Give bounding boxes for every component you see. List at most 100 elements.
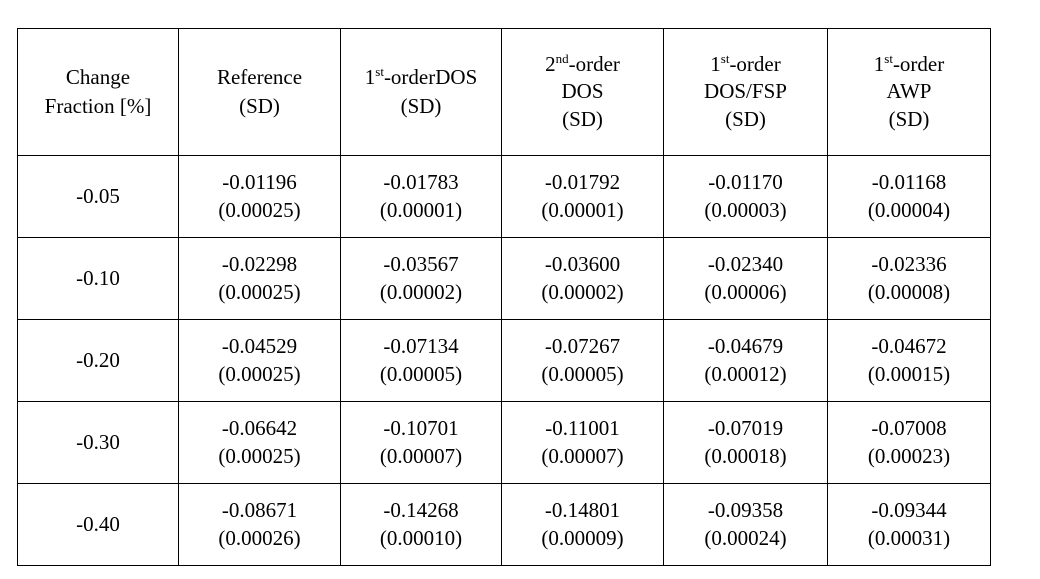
order-rest: -order: [729, 51, 781, 76]
column-header-first-order-dos-fsp: 1st-order DOS/FSP (SD): [663, 28, 828, 156]
cell-sd: (0.00002): [379, 279, 463, 304]
cell-value: -0.01170: [708, 170, 783, 195]
cell-value: -0.07134: [383, 334, 459, 359]
cell-value: -0.04529: [221, 334, 298, 359]
cell-sd: (0.00012): [704, 361, 787, 386]
order-number: 1: [710, 51, 721, 76]
header-line-1: 2nd-order: [502, 51, 663, 78]
table-header: Change Fraction [%] Reference (SD) 1st-o…: [17, 28, 991, 156]
cell-sd: (0.00023): [867, 443, 951, 468]
order-number: 1: [873, 51, 885, 76]
cell-first-order-awp: -0.01168 (0.00004): [827, 155, 991, 238]
cell-sd: (0.00007): [541, 443, 624, 468]
cell-first-order-dos-fsp: -0.04679 (0.00012): [663, 319, 828, 402]
cell-second-order-dos: -0.07267 (0.00005): [501, 319, 664, 402]
header-line-2: (SD): [239, 94, 280, 118]
cell-sd: (0.00024): [704, 525, 787, 550]
row-label: -0.40: [17, 483, 179, 566]
cell-first-order-awp: -0.02336 (0.00008): [827, 237, 991, 320]
order-suffix: st: [375, 63, 384, 79]
cell-second-order-dos: -0.11001 (0.00007): [501, 401, 664, 484]
cell-value: -0.14801: [544, 498, 621, 523]
order-number: 1: [364, 64, 376, 89]
cell-sd: (0.00002): [541, 279, 624, 304]
cell-sd: (0.00009): [541, 525, 624, 550]
results-table: Change Fraction [%] Reference (SD) 1st-o…: [17, 28, 991, 566]
cell-first-order-dos: -0.03567 (0.00002): [340, 237, 502, 320]
cell-value: -0.04679: [707, 334, 784, 359]
cell-first-order-dos-fsp: -0.02340 (0.00006): [663, 237, 828, 320]
header-line-2: (SD): [400, 94, 442, 118]
cell-first-order-dos-fsp: -0.07019 (0.00018): [663, 401, 828, 484]
cell-value: -0.07267: [544, 334, 621, 359]
cell-first-order-awp: -0.04672 (0.00015): [827, 319, 991, 402]
header-line-1: 1st-order: [828, 51, 990, 78]
header-line-3: (SD): [725, 106, 766, 131]
cell-value: -0.03600: [544, 252, 621, 277]
header-line-1: Reference: [216, 64, 303, 89]
cell-value: -0.10701: [383, 416, 459, 441]
cell-value: -0.01792: [544, 170, 621, 195]
cell-reference: -0.02298 (0.00025): [178, 237, 341, 320]
cell-value: -0.08671: [221, 498, 298, 523]
cell-value: -0.06642: [221, 416, 298, 441]
cell-sd: (0.00001): [541, 197, 624, 222]
cell-value: -0.09344: [871, 498, 947, 523]
table-body: -0.05 -0.01196 (0.00025) -0.01783 (0.000…: [17, 155, 991, 566]
page-root: Change Fraction [%] Reference (SD) 1st-o…: [0, 0, 1040, 579]
cell-sd: (0.00010): [379, 525, 463, 550]
cell-sd: (0.00031): [867, 525, 951, 550]
column-header-reference: Reference (SD): [178, 28, 341, 156]
column-header-first-order-dos: 1st-orderDOS (SD): [340, 28, 502, 156]
header-line-3: (SD): [562, 106, 603, 131]
header-line-1: Change: [65, 64, 131, 89]
cell-value: -0.01196: [222, 170, 297, 195]
header-row: Change Fraction [%] Reference (SD) 1st-o…: [17, 28, 991, 156]
cell-first-order-dos: -0.14268 (0.00010): [340, 483, 502, 566]
cell-first-order-awp: -0.07008 (0.00023): [827, 401, 991, 484]
cell-value: -0.14268: [383, 498, 459, 523]
cell-first-order-dos: -0.10701 (0.00007): [340, 401, 502, 484]
column-header-change-fraction: Change Fraction [%]: [17, 28, 179, 156]
table-row: -0.20 -0.04529 (0.00025) -0.07134 (0.000…: [17, 319, 991, 402]
cell-sd: (0.00008): [867, 279, 951, 304]
cell-first-order-dos-fsp: -0.01170 (0.00003): [663, 155, 828, 238]
cell-value: -0.02336: [871, 252, 947, 277]
order-rest: -order: [892, 51, 945, 76]
cell-value: -0.02298: [221, 252, 298, 277]
cell-sd: (0.00025): [218, 443, 301, 468]
cell-sd: (0.00004): [867, 197, 951, 222]
cell-sd: (0.00005): [541, 361, 624, 386]
cell-sd: (0.00001): [379, 197, 463, 222]
cell-sd: (0.00006): [704, 279, 787, 304]
cell-reference: -0.08671 (0.00026): [178, 483, 341, 566]
cell-value: -0.11001: [545, 416, 620, 441]
row-label: -0.30: [17, 401, 179, 484]
row-label: -0.05: [17, 155, 179, 238]
order-suffix: st: [884, 50, 893, 66]
row-label: -0.10: [17, 237, 179, 320]
header-line-2: DOS/FSP: [704, 79, 787, 104]
cell-reference: -0.04529 (0.00025): [178, 319, 341, 402]
table-row: -0.30 -0.06642 (0.00025) -0.10701 (0.000…: [17, 401, 991, 484]
cell-value: -0.09358: [707, 498, 784, 523]
header-line-3: (SD): [888, 106, 930, 131]
cell-value: -0.07019: [707, 416, 784, 441]
table-row: -0.10 -0.02298 (0.00025) -0.03567 (0.000…: [17, 237, 991, 320]
order-number: 2: [545, 51, 556, 76]
cell-second-order-dos: -0.01792 (0.00001): [501, 155, 664, 238]
cell-reference: -0.06642 (0.00025): [178, 401, 341, 484]
cell-sd: (0.00005): [379, 361, 463, 386]
cell-sd: (0.00018): [704, 443, 787, 468]
cell-second-order-dos: -0.03600 (0.00002): [501, 237, 664, 320]
cell-first-order-dos: -0.01783 (0.00001): [340, 155, 502, 238]
column-header-first-order-awp: 1st-order AWP (SD): [827, 28, 991, 156]
cell-second-order-dos: -0.14801 (0.00009): [501, 483, 664, 566]
cell-sd: (0.00026): [218, 525, 301, 550]
cell-value: -0.04672: [871, 334, 947, 359]
cell-sd: (0.00025): [218, 279, 301, 304]
cell-sd: (0.00025): [218, 197, 301, 222]
header-line-2: Fraction [%]: [44, 94, 152, 118]
cell-sd: (0.00003): [704, 197, 787, 222]
cell-value: -0.07008: [871, 416, 947, 441]
